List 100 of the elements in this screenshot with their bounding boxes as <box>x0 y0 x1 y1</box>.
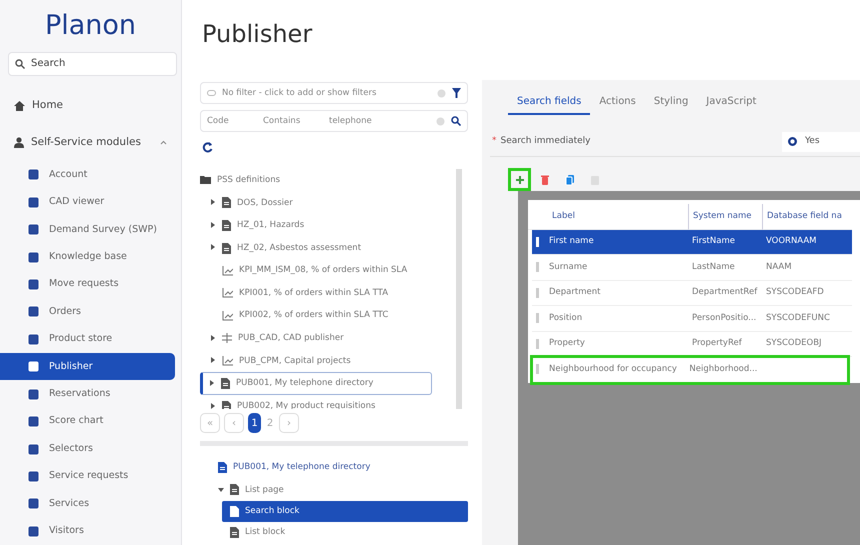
module-icon <box>28 388 39 400</box>
module-icon <box>28 252 39 263</box>
module-icon <box>28 306 39 318</box>
nav-item[interactable]: Reservations <box>0 380 175 408</box>
document-icon <box>230 527 239 538</box>
filter-bar[interactable]: No filter - click to add or show filters <box>200 82 468 104</box>
filter-icon <box>452 88 461 98</box>
nav-item[interactable]: Visitors <box>0 518 175 545</box>
caret-icon <box>209 380 215 386</box>
tab[interactable]: JavaScript <box>697 80 766 115</box>
drag-handle-icon <box>536 236 539 247</box>
table-cell: FirstName <box>688 230 762 255</box>
trash-icon <box>540 174 550 184</box>
operator-select[interactable]: Contains <box>263 114 323 128</box>
tree-item[interactable]: List block <box>222 522 468 544</box>
chart-icon <box>222 356 233 366</box>
nav-item[interactable]: Product store <box>0 326 175 354</box>
nav-item[interactable]: Move requests <box>0 270 175 298</box>
tree-item[interactable]: KPI001, % of orders within SLA TTA <box>200 282 456 305</box>
section-header[interactable]: Self-Service modules <box>0 124 181 162</box>
refresh-icon <box>202 142 213 153</box>
module-icon <box>28 361 39 372</box>
tree-item[interactable]: HZ_02, Asbestos assessment <box>200 236 456 260</box>
table-cell: VOORNAAM <box>762 230 852 255</box>
module-icon <box>28 169 39 180</box>
module-icon <box>28 470 39 482</box>
tab[interactable]: Search fields <box>508 80 590 115</box>
grid-icon <box>222 333 232 344</box>
module-icon <box>28 444 39 454</box>
drag-handle-icon <box>536 313 539 324</box>
module-icon <box>28 526 39 537</box>
tree-item[interactable]: PUB001, My telephone directory <box>200 372 432 395</box>
tree-item[interactable]: HZ_01, Hazards <box>200 214 456 237</box>
nav-item[interactable]: Knowledge base <box>0 243 175 271</box>
clear-icon <box>436 116 445 126</box>
document-icon <box>222 400 231 409</box>
nav-label: Home <box>32 98 64 114</box>
nav-item[interactable]: Account <box>0 161 175 188</box>
table-cell: First name <box>549 235 594 248</box>
caret-icon <box>210 334 216 341</box>
nav-item[interactable]: Demand Survey (SWP) <box>0 216 175 244</box>
module-icon <box>28 334 39 345</box>
home-icon <box>14 100 25 111</box>
caret-icon <box>210 199 216 206</box>
search-field[interactable]: Search <box>8 52 177 76</box>
tree-item[interactable]: KPI_MM_ISM_08, % of orders within SLA <box>200 259 456 282</box>
drag-handle-icon <box>536 338 539 349</box>
radio-option[interactable]: Yes <box>782 132 860 152</box>
tree-item[interactable]: Search block <box>222 501 468 522</box>
document-icon <box>222 197 231 208</box>
clear-icon <box>437 88 446 98</box>
required-mark: * <box>492 134 496 148</box>
folder-icon <box>200 176 211 184</box>
search-icon <box>15 58 25 69</box>
table-cell: SYSCODEOBJ <box>762 332 852 357</box>
caret-icon <box>210 244 216 250</box>
chart-icon <box>222 288 233 298</box>
nav-item[interactable]: Service requests <box>0 462 175 490</box>
table-cell: PropertyRef <box>688 332 762 357</box>
page-button[interactable]: 1 <box>248 413 261 433</box>
module-icon <box>28 278 39 290</box>
tab[interactable]: Actions <box>590 80 645 115</box>
section-label: Self-Service modules <box>31 134 141 150</box>
table-cell: Neighborhood... <box>685 357 760 382</box>
add-button[interactable] <box>511 171 528 188</box>
document-icon <box>218 462 227 473</box>
logo: Planon <box>44 9 138 43</box>
document-icon <box>230 484 239 496</box>
chart-icon <box>222 310 233 321</box>
search-input[interactable]: Search <box>29 55 169 72</box>
nav-item[interactable]: Orders <box>0 298 175 326</box>
module-icon <box>28 224 39 236</box>
nav-item[interactable]: Score chart <box>0 408 175 436</box>
module-icon <box>28 416 39 428</box>
tree-item[interactable]: PUB_CAD, CAD publisher <box>200 327 456 350</box>
nav-item[interactable]: Services <box>0 490 175 518</box>
tree-item[interactable]: PUB001, My telephone directory <box>200 456 468 479</box>
field-label: Search immediately <box>500 134 590 148</box>
filter-text: No filter - click to add or show filters <box>222 86 376 100</box>
tree-item[interactable]: List page <box>200 478 468 502</box>
nav-item[interactable]: Publisher <box>0 353 175 380</box>
document-icon <box>230 506 239 518</box>
copy-icon <box>564 174 574 184</box>
document-icon <box>222 242 231 254</box>
document-icon <box>222 220 231 231</box>
tree-item[interactable]: KPI002, % of orders within SLA TTC <box>200 304 456 328</box>
nav-item[interactable]: CAD viewer <box>0 188 175 216</box>
nav-item[interactable]: Home <box>0 88 181 124</box>
module-icon <box>28 196 39 208</box>
nav-item[interactable]: Selectors <box>0 435 175 463</box>
tab[interactable]: Styling <box>644 80 698 115</box>
tree-item[interactable]: DOS, Dossier <box>200 192 456 214</box>
field-select[interactable]: Code <box>207 114 257 128</box>
value-input[interactable]: telephone <box>329 114 372 128</box>
tree-item[interactable]: PUB_CPM, Capital projects <box>200 350 456 372</box>
person-icon <box>14 137 24 148</box>
table-cell: NAAM <box>762 255 852 280</box>
tree-item[interactable]: PSS definitions <box>200 169 456 192</box>
caret-icon <box>210 402 216 409</box>
table-cell: DepartmentRef <box>688 280 762 306</box>
